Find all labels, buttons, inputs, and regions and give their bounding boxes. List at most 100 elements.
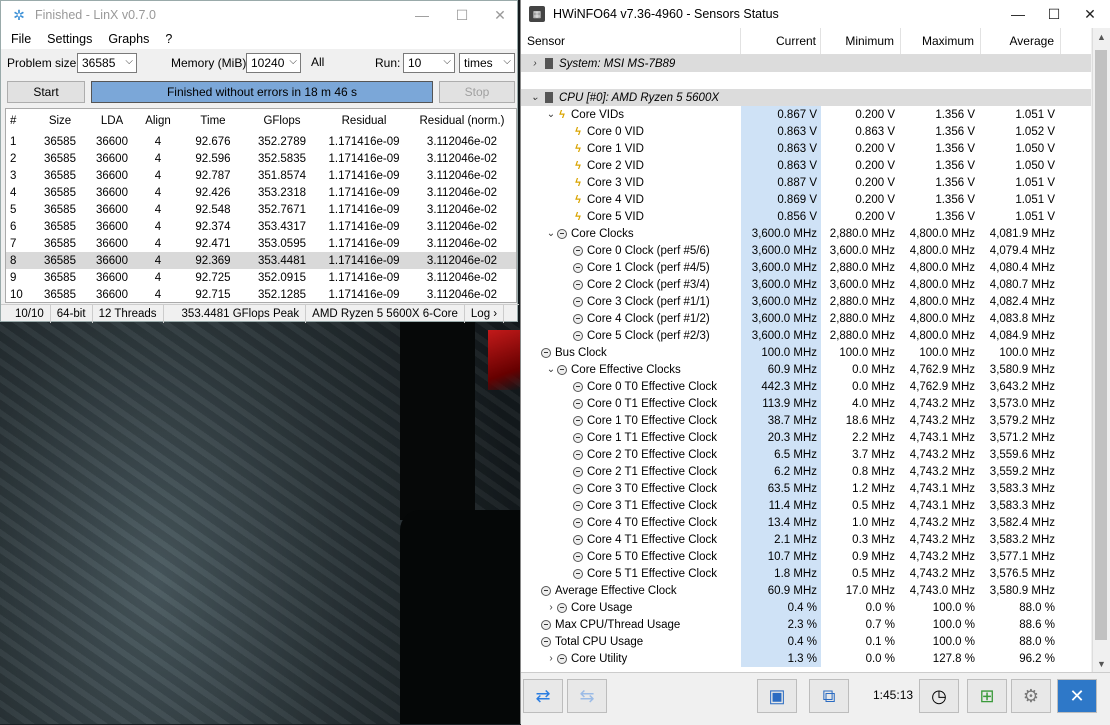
sensor-row[interactable]: Core 4 Clock (perf #1/2) 3,600.0 MHz 2,880… — [521, 310, 1091, 327]
sensor-row[interactable]: Core 5 Clock (perf #2/3) 3,600.0 MHz 2,880… — [521, 327, 1091, 344]
sensor-row[interactable]: Core 3 T1 Effective Clock 11.4 MHz 0.5 MHz… — [521, 497, 1091, 514]
sensor-row[interactable]: Core 4 T0 Effective Clock 13.4 MHz 1.0 MHz… — [521, 514, 1091, 531]
results-header-cell[interactable]: LDA — [86, 115, 138, 127]
start-button[interactable]: Start — [7, 81, 85, 103]
results-header-cell[interactable]: Residual (norm.) — [412, 115, 512, 127]
sensor-row[interactable]: Core 4 T1 Effective Clock 2.1 MHz 0.3 MHz 4… — [521, 531, 1091, 548]
expand-icon[interactable]: › — [529, 58, 541, 69]
collapse-icon[interactable]: ⌄ — [529, 92, 541, 103]
column-sensor[interactable]: Sensor — [521, 28, 741, 54]
sensor-row[interactable]: Core 0 T0 Effective Clock 442.3 MHz 0.0 MH… — [521, 378, 1091, 395]
expand-icon[interactable]: › — [545, 653, 557, 664]
menu-graphs[interactable]: Graphs — [108, 32, 149, 46]
sensor-row[interactable]: ⌄ ϟ Core VIDs 0.867 V 0.200 V 1.356 V 1.051 V — [521, 106, 1091, 123]
sensors-scrollbar[interactable]: ▲ ▼ — [1092, 28, 1110, 672]
sensor-group-row[interactable]: › System: MSI MS-7B89 — [521, 55, 1091, 72]
hwinfo-titlebar[interactable]: ▦ HWiNFO64 v7.36-4960 - Sensors Status —… — [521, 0, 1110, 28]
results-row[interactable]: 5 36585 36600 4 92.548 352.7671 1.171416e-09 3.… — [6, 201, 516, 218]
results-table[interactable]: # Size LDA Align Time GFlops Residual Residual … — [5, 108, 517, 303]
menu-help[interactable]: ? — [165, 32, 172, 46]
sensor-row[interactable]: › Core Utility 1.3 % 0.0 % 127.8 % 96.2 % — [521, 650, 1091, 667]
sensor-row[interactable]: Core 0 Clock (perf #5/6) 3,600.0 MHz 3,600… — [521, 242, 1091, 259]
scroll-down-icon[interactable]: ▼ — [1093, 655, 1110, 672]
sensor-row[interactable]: Core 1 Clock (perf #4/5) 3,600.0 MHz 2,880… — [521, 259, 1091, 276]
sensor-row[interactable]: Core 5 T0 Effective Clock 10.7 MHz 0.9 MHz… — [521, 548, 1091, 565]
sensor-row[interactable]: ϟ Core 0 VID 0.863 V 0.863 V 1.356 V 1.052 V — [521, 123, 1091, 140]
linx-titlebar[interactable]: ✲ Finished - LinX v0.7.0 — ☐ ✕ — [1, 1, 517, 29]
all-checkbox-label[interactable]: All — [311, 55, 324, 69]
sensor-row[interactable]: Core 1 T1 Effective Clock 20.3 MHz 2.2 MHz… — [521, 429, 1091, 446]
sensor-row[interactable]: ϟ Core 1 VID 0.863 V 0.200 V 1.356 V 1.050 V — [521, 140, 1091, 157]
sensor-row[interactable]: Core 3 Clock (perf #1/1) 3,600.0 MHz 2,880… — [521, 293, 1091, 310]
settings-gear-icon[interactable]: ⚙ — [1011, 679, 1051, 713]
column-average[interactable]: Average — [981, 28, 1061, 54]
sensor-row[interactable]: Total CPU Usage 0.4 % 0.1 % 100.0 % 88.0 % — [521, 633, 1091, 650]
sensor-row[interactable]: ϟ Core 3 VID 0.887 V 0.200 V 1.356 V 1.051 V — [521, 174, 1091, 191]
scroll-up-icon[interactable]: ▲ — [1093, 28, 1110, 45]
column-minimum[interactable]: Minimum — [821, 28, 901, 54]
results-row[interactable]: 3 36585 36600 4 92.787 351.8574 1.171416e-09 3.… — [6, 167, 516, 184]
results-row[interactable]: 10 36585 36600 4 92.715 352.1285 1.171416e-09 3… — [6, 286, 516, 302]
sensors-table[interactable]: Sensor Current Minimum Maximum Average ›… — [521, 28, 1091, 672]
sensor-report-icon[interactable]: ▣ — [757, 679, 797, 713]
minimize-icon[interactable]: — — [403, 1, 441, 29]
column-maximum[interactable]: Maximum — [901, 28, 981, 54]
sensor-row[interactable]: Core 2 Clock (perf #3/4) 3,600.0 MHz 3,600… — [521, 276, 1091, 293]
problem-size-select[interactable]: 36585 ⌵ — [77, 53, 137, 73]
sensor-row[interactable]: ⌄ Core Clocks 3,600.0 MHz 2,880.0 MHz 4,800.… — [521, 225, 1091, 242]
results-header-cell[interactable]: Size — [34, 115, 86, 127]
sensor-row[interactable]: Core 5 T1 Effective Clock 1.8 MHz 0.5 MHz 4… — [521, 565, 1091, 582]
sensor-row[interactable]: Core 2 T1 Effective Clock 6.2 MHz 0.8 MHz 4… — [521, 463, 1091, 480]
close-icon[interactable]: ✕ — [1071, 0, 1109, 28]
sensor-row[interactable]: Max CPU/Thread Usage 2.3 % 0.7 % 100.0 % 88.… — [521, 616, 1091, 633]
expand-icon[interactable]: › — [545, 602, 557, 613]
column-current[interactable]: Current — [741, 28, 821, 54]
maximize-icon[interactable]: ☐ — [443, 1, 481, 29]
add-log-icon[interactable]: ⊞ — [967, 679, 1007, 713]
results-header-cell[interactable]: GFlops — [248, 115, 316, 127]
minimize-icon[interactable]: — — [999, 0, 1037, 28]
results-row[interactable]: 9 36585 36600 4 92.725 352.0915 1.171416e-09 3.… — [6, 269, 516, 286]
network-icon[interactable]: ⧉ — [809, 679, 849, 713]
results-row[interactable]: 7 36585 36600 4 92.471 353.0595 1.171416e-09 3.… — [6, 235, 516, 252]
close-sensors-icon[interactable]: ✕ — [1057, 679, 1097, 713]
run-unit-select[interactable]: times ⌵ — [459, 53, 515, 73]
run-count-select[interactable]: 10 ⌵ — [403, 53, 455, 73]
sensor-row[interactable]: › Core Usage 0.4 % 0.0 % 100.0 % 88.0 % — [521, 599, 1091, 616]
sensor-row[interactable] — [521, 72, 1091, 89]
results-row[interactable]: 1 36585 36600 4 92.676 352.2789 1.171416e-09 3.… — [6, 133, 516, 150]
sensor-row[interactable]: ϟ Core 2 VID 0.863 V 0.200 V 1.356 V 1.050 V — [521, 157, 1091, 174]
sensor-row[interactable]: ϟ Core 5 VID 0.856 V 0.200 V 1.356 V 1.051 V — [521, 208, 1091, 225]
results-row[interactable]: 6 36585 36600 4 92.374 353.4317 1.171416e-09 3.… — [6, 218, 516, 235]
maximize-icon[interactable]: ☐ — [1035, 0, 1073, 28]
results-header-cell[interactable]: # — [6, 115, 34, 127]
results-row[interactable]: 4 36585 36600 4 92.426 353.2318 1.171416e-09 3.… — [6, 184, 516, 201]
stop-button[interactable]: Stop — [439, 81, 515, 103]
clock-reset-icon[interactable]: ◷ — [919, 679, 959, 713]
sensor-row[interactable]: Core 3 T0 Effective Clock 63.5 MHz 1.2 MHz… — [521, 480, 1091, 497]
results-header-cell[interactable]: Align — [138, 115, 178, 127]
sensor-row[interactable]: Average Effective Clock 60.9 MHz 17.0 MHz 4… — [521, 582, 1091, 599]
results-row[interactable]: 2 36585 36600 4 92.596 352.5835 1.171416e-09 3.… — [6, 150, 516, 167]
menu-file[interactable]: File — [11, 32, 31, 46]
collapse-icon[interactable]: ⌄ — [545, 364, 557, 375]
results-header-cell[interactable]: Residual — [316, 115, 412, 127]
nav-right-icon[interactable]: ⇆ — [567, 679, 607, 713]
results-header-cell[interactable]: Time — [178, 115, 248, 127]
sensor-group-row[interactable]: ⌄ CPU [#0]: AMD Ryzen 5 5600X — [521, 89, 1091, 106]
menu-settings[interactable]: Settings — [47, 32, 92, 46]
sensor-row[interactable]: Bus Clock 100.0 MHz 100.0 MHz 100.0 MHz 100.… — [521, 344, 1091, 361]
close-icon[interactable]: ✕ — [481, 1, 519, 29]
sensor-row[interactable]: Core 0 T1 Effective Clock 113.9 MHz 4.0 MH… — [521, 395, 1091, 412]
nav-left-icon[interactable]: ⇄ — [523, 679, 563, 713]
results-row[interactable]: 8 36585 36600 4 92.369 353.4481 1.171416e-09 3.… — [6, 252, 516, 269]
sensor-row[interactable]: ϟ Core 4 VID 0.869 V 0.200 V 1.356 V 1.051 V — [521, 191, 1091, 208]
collapse-icon[interactable]: ⌄ — [545, 228, 557, 239]
scrollbar-thumb[interactable] — [1095, 50, 1107, 640]
memory-select[interactable]: 10240 ⌵ — [246, 53, 301, 73]
sensor-row[interactable]: Core 2 T0 Effective Clock 6.5 MHz 3.7 MHz 4… — [521, 446, 1091, 463]
collapse-icon[interactable]: ⌄ — [545, 109, 557, 120]
sensor-row[interactable]: Core 1 T0 Effective Clock 38.7 MHz 18.6 MH… — [521, 412, 1091, 429]
sensor-row[interactable]: ⌄ Core Effective Clocks 60.9 MHz 0.0 MHz 4,7… — [521, 361, 1091, 378]
log-button[interactable]: Log › — [465, 305, 505, 323]
